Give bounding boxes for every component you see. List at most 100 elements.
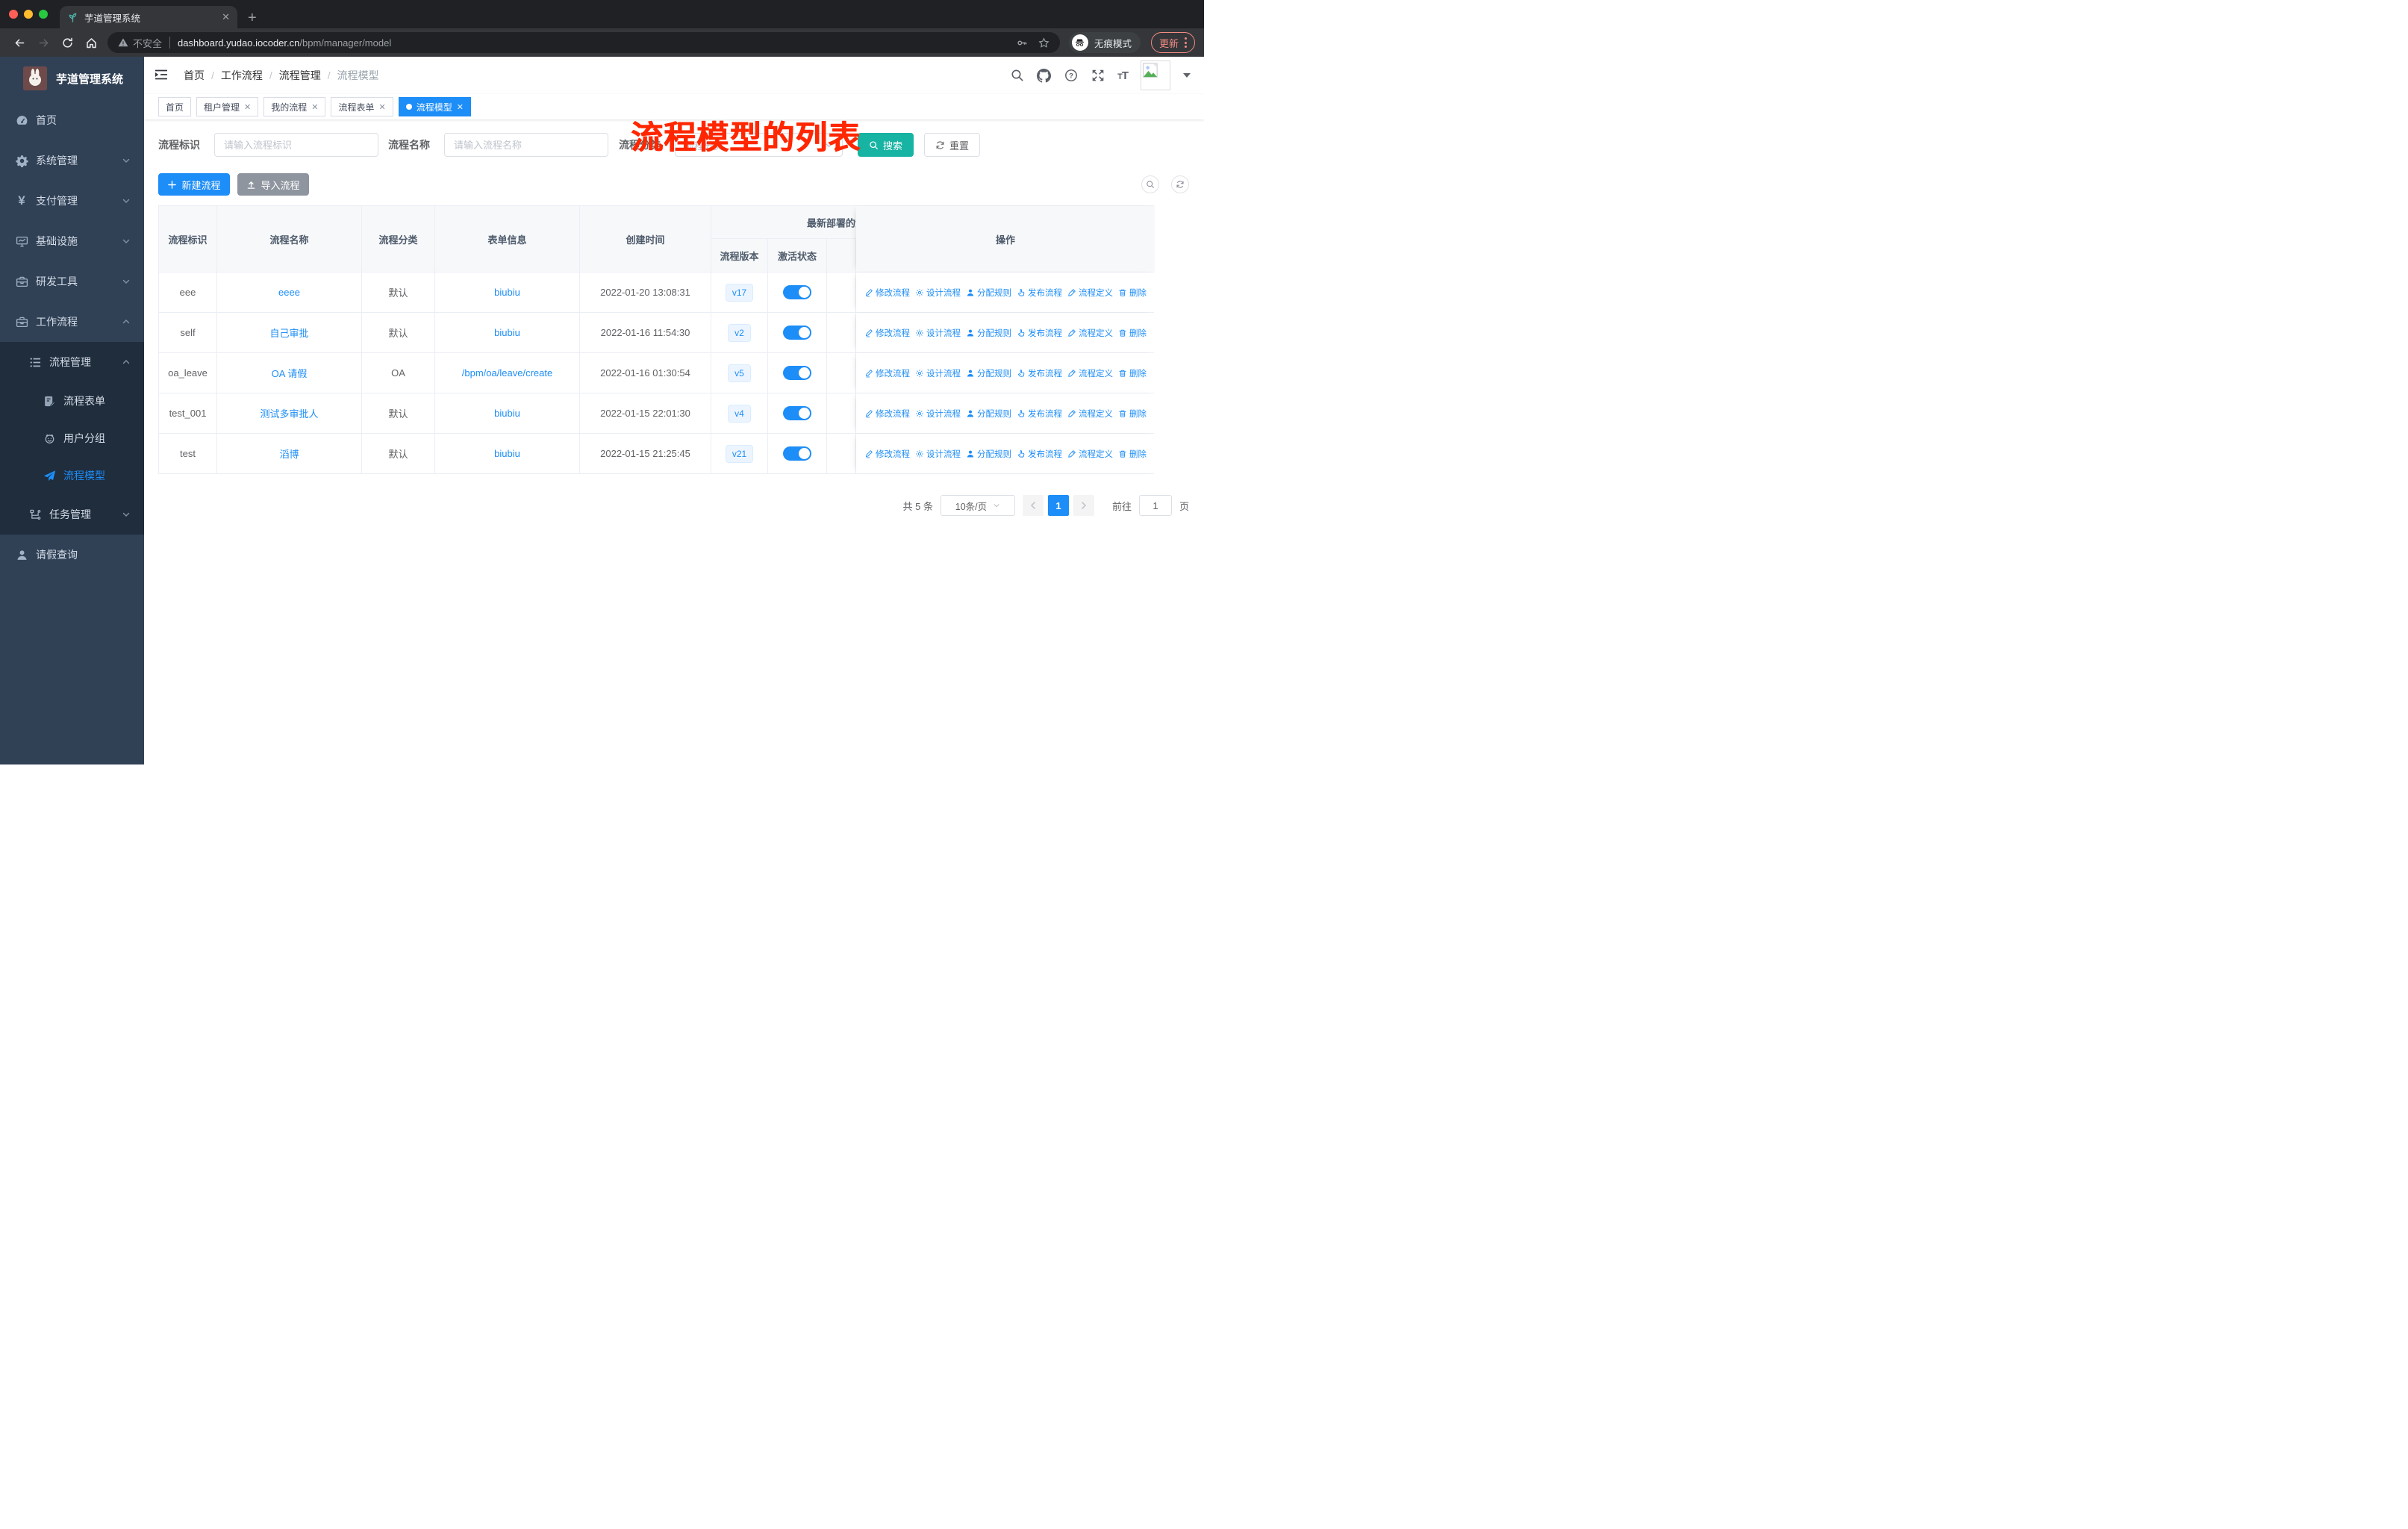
tag-process-model[interactable]: 流程模型 ✕	[398, 97, 471, 116]
minimize-window-button[interactable]	[24, 10, 33, 19]
version-badge[interactable]: v2	[728, 323, 751, 342]
reload-icon[interactable]	[57, 32, 78, 53]
active-toggle[interactable]	[783, 326, 811, 340]
version-badge[interactable]: v4	[728, 404, 751, 423]
action-design-process[interactable]: 设计流程	[915, 327, 961, 339]
action-publish-process[interactable]: 发布流程	[1017, 287, 1062, 299]
version-badge[interactable]: v17	[725, 283, 754, 302]
sidebar-item-infra[interactable]: 基础设施	[0, 221, 144, 261]
version-badge[interactable]: v5	[728, 364, 751, 382]
breadcrumb-item[interactable]: 工作流程	[221, 68, 263, 83]
close-icon[interactable]: ✕	[244, 102, 251, 112]
form-info-link[interactable]: /bpm/oa/leave/create	[462, 367, 552, 379]
active-toggle[interactable]	[783, 406, 811, 420]
tag-process-form[interactable]: 流程表单 ✕	[331, 97, 393, 116]
action-publish-process[interactable]: 发布流程	[1017, 367, 1062, 379]
import-process-button[interactable]: 导入流程	[237, 173, 309, 196]
sidebar-item-process-model[interactable]: 流程模型	[0, 457, 144, 494]
action-edit-process[interactable]: 修改流程	[864, 408, 910, 420]
browser-tab[interactable]: 芋道管理系统 ✕	[60, 6, 237, 28]
active-toggle[interactable]	[783, 366, 811, 380]
bookmark-star-icon[interactable]	[1038, 37, 1049, 49]
search-icon[interactable]	[1010, 69, 1024, 83]
sidebar-item-process-form[interactable]: 流程表单	[0, 382, 144, 420]
sidebar-item-system[interactable]: 系统管理	[0, 140, 144, 181]
sidebar-item-task-manage[interactable]: 任务管理	[0, 494, 144, 535]
close-icon[interactable]: ✕	[379, 102, 386, 112]
action-process-definition[interactable]: 流程定义	[1067, 287, 1113, 299]
chrome-update-button[interactable]: 更新	[1150, 32, 1195, 53]
action-process-definition[interactable]: 流程定义	[1067, 367, 1113, 379]
action-process-definition[interactable]: 流程定义	[1067, 448, 1113, 460]
sidebar-item-workflow[interactable]: 工作流程	[0, 302, 144, 342]
new-tab-button[interactable]: +	[248, 10, 257, 25]
action-publish-process[interactable]: 发布流程	[1017, 327, 1062, 339]
action-design-process[interactable]: 设计流程	[915, 287, 961, 299]
active-toggle[interactable]	[783, 285, 811, 299]
breadcrumb-item[interactable]: 流程管理	[279, 68, 321, 83]
tag-home[interactable]: 首页	[158, 97, 192, 116]
goto-page-input[interactable]	[1138, 495, 1172, 516]
prev-page-icon[interactable]	[1022, 495, 1044, 516]
form-info-link[interactable]: biubiu	[494, 327, 520, 338]
process-name-link[interactable]: 测试多审批人	[260, 406, 318, 420]
create-process-button[interactable]: 新建流程	[158, 173, 230, 196]
key-icon[interactable]	[1017, 37, 1028, 49]
action-assign-rule[interactable]: 分配规则	[966, 287, 1011, 299]
process-name-input[interactable]	[444, 133, 608, 157]
sidebar-item-user-group[interactable]: 用户分组	[0, 420, 144, 457]
page-size-select[interactable]: 10条/页	[940, 495, 1015, 516]
action-delete[interactable]: 删除	[1118, 448, 1147, 460]
zoom-window-button[interactable]	[39, 10, 48, 19]
action-delete[interactable]: 删除	[1118, 408, 1147, 420]
page-number-current[interactable]: 1	[1047, 495, 1069, 516]
action-edit-process[interactable]: 修改流程	[864, 448, 910, 460]
url-bar[interactable]: 不安全 dashboard.yudao.iocoder.cn/bpm/manag…	[107, 32, 1060, 53]
version-badge[interactable]: v21	[725, 444, 754, 463]
close-window-button[interactable]	[9, 10, 18, 19]
action-process-definition[interactable]: 流程定义	[1067, 408, 1113, 420]
forward-icon[interactable]	[33, 32, 54, 53]
sidebar-item-home[interactable]: 首页	[0, 100, 144, 140]
reset-button[interactable]: 重置	[924, 133, 981, 157]
close-icon[interactable]: ✕	[457, 102, 464, 112]
process-name-link[interactable]: 自己审批	[269, 326, 308, 340]
action-delete[interactable]: 删除	[1118, 287, 1147, 299]
action-design-process[interactable]: 设计流程	[915, 408, 961, 420]
back-icon[interactable]	[9, 32, 30, 53]
sidebar-item-devtools[interactable]: 研发工具	[0, 261, 144, 302]
tag-my-process[interactable]: 我的流程 ✕	[263, 97, 326, 116]
action-process-definition[interactable]: 流程定义	[1067, 327, 1113, 339]
sidebar-collapse-icon[interactable]	[154, 67, 170, 84]
action-assign-rule[interactable]: 分配规则	[966, 327, 1011, 339]
action-delete[interactable]: 删除	[1118, 367, 1147, 379]
form-info-link[interactable]: biubiu	[494, 448, 520, 459]
fullscreen-icon[interactable]	[1091, 69, 1105, 83]
action-assign-rule[interactable]: 分配规则	[966, 408, 1011, 420]
avatar-caret-icon[interactable]	[1183, 73, 1191, 78]
breadcrumb-item[interactable]: 首页	[184, 68, 205, 83]
not-secure-warning-icon[interactable]	[118, 37, 128, 48]
action-publish-process[interactable]: 发布流程	[1017, 448, 1062, 460]
action-design-process[interactable]: 设计流程	[915, 367, 961, 379]
process-name-link[interactable]: eeee	[278, 287, 300, 298]
tag-tenant[interactable]: 租户管理 ✕	[196, 97, 259, 116]
action-edit-process[interactable]: 修改流程	[864, 327, 910, 339]
sidebar-item-leave-query[interactable]: 请假查询	[0, 535, 144, 575]
action-assign-rule[interactable]: 分配规则	[966, 448, 1011, 460]
action-edit-process[interactable]: 修改流程	[864, 367, 910, 379]
help-icon[interactable]: ?	[1064, 69, 1078, 83]
action-assign-rule[interactable]: 分配规则	[966, 367, 1011, 379]
tab-close-icon[interactable]: ✕	[222, 11, 230, 23]
process-name-link[interactable]: OA 请假	[272, 366, 308, 380]
action-design-process[interactable]: 设计流程	[915, 448, 961, 460]
active-toggle[interactable]	[783, 446, 811, 461]
avatar[interactable]	[1141, 60, 1170, 90]
process-key-input[interactable]	[214, 133, 378, 157]
action-edit-process[interactable]: 修改流程	[864, 287, 910, 299]
next-page-icon[interactable]	[1073, 495, 1094, 516]
form-info-link[interactable]: biubiu	[494, 287, 520, 298]
show-search-icon[interactable]	[1141, 175, 1159, 193]
github-icon[interactable]	[1037, 68, 1052, 83]
refresh-table-icon[interactable]	[1171, 175, 1189, 193]
